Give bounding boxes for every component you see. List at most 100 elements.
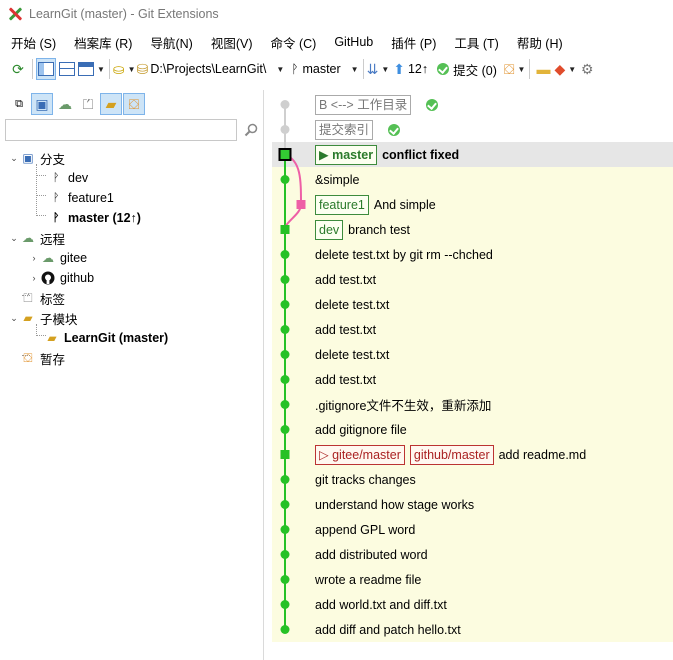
tree-submodules[interactable]: ⌄ ▰ 子模块	[0, 308, 263, 328]
menu-plugins[interactable]: 插件 (P)	[384, 30, 443, 55]
commit-content: add test.txt	[315, 317, 376, 342]
commit-row[interactable]: .gitignore文件不生效，重新添加	[272, 392, 673, 417]
tree-remotes[interactable]: ⌄ ☁ 远程	[0, 228, 263, 248]
search-input[interactable]	[5, 119, 237, 141]
head-commit-node	[278, 148, 292, 161]
tree-submodule-learngit[interactable]: ▰ LearnGit (master)	[0, 328, 263, 348]
show-branches-button[interactable]: ▣	[31, 93, 53, 115]
commit-row[interactable]: add test.txt	[272, 317, 673, 342]
menu-github[interactable]: GitHub	[327, 32, 380, 52]
commit-row[interactable]: &simple	[272, 167, 673, 192]
commit-row[interactable]: delete test.txt by git rm --chched	[272, 242, 673, 267]
tree-branches-label: 分支	[40, 152, 66, 167]
feature-branch-line	[284, 153, 303, 230]
tree-tags-label: 标签	[40, 292, 66, 307]
commit-row[interactable]: feature1 And simple	[272, 192, 673, 217]
commit-row[interactable]: understand how stage works	[272, 492, 673, 517]
commit-row[interactable]: git tracks changes	[272, 467, 673, 492]
search-button[interactable]	[240, 120, 262, 140]
layout-top-button[interactable]: ▼	[78, 58, 105, 80]
commit-node	[280, 500, 290, 509]
show-stashes-button[interactable]: ⛋	[123, 93, 145, 115]
virtual-ref-label[interactable]: B <--> 工作目录	[315, 94, 412, 115]
open-folder-button[interactable]: ▬	[533, 58, 553, 80]
chevron-right-icon[interactable]: ›	[28, 253, 40, 263]
tree-stash[interactable]: ⛋ 暂存	[0, 348, 263, 368]
branch-label[interactable]: dev	[315, 219, 344, 240]
virtual-commit-node	[280, 100, 290, 109]
menu-tools[interactable]: 工具 (T)	[447, 30, 505, 55]
tree-branch-feature1[interactable]: ᚹ feature1	[0, 188, 263, 208]
virtual-ref-label[interactable]: 提交索引	[315, 119, 374, 140]
stash-button[interactable]: ⛋ ▼	[504, 58, 526, 80]
chevron-down-icon[interactable]: ⌄	[8, 233, 20, 244]
commit-row[interactable]: ▶ master conflict fixed	[272, 142, 673, 167]
repository-switch-button[interactable]: ⛀ ▼	[113, 58, 136, 80]
virtual-commit-row[interactable]: B <--> 工作目录	[272, 92, 673, 117]
commit-row[interactable]: wrote a readme file	[272, 567, 673, 592]
menu-view[interactable]: 视图(V)	[204, 30, 260, 55]
show-tags-button[interactable]: ⏍	[77, 93, 99, 115]
commit-row[interactable]: add diff and patch hello.txt	[272, 617, 673, 642]
chevron-down-icon: ▼	[517, 64, 526, 74]
commit-content: .gitignore文件不生效，重新添加	[315, 392, 491, 417]
layout-left-panel-button[interactable]	[36, 58, 56, 80]
tag-icon: ⏍	[82, 96, 94, 112]
ref-commit-node	[280, 450, 290, 459]
tree-remote-label: gitee	[60, 251, 88, 265]
commit-node	[280, 375, 290, 384]
tree-branch-master[interactable]: ᚹ master (12↑)	[0, 208, 263, 228]
branch-icon: ᚹ	[52, 172, 60, 184]
menu-start[interactable]: 开始 (S)	[4, 30, 63, 55]
commit-row[interactable]: ▷ gitee/master github/master add readme.md	[272, 442, 673, 467]
collapse-all-button[interactable]: ⧉	[8, 93, 30, 115]
repo-tree: ⌄ ▣ 分支 ᚹ dev ᚹ feature1 ᚹ master (12↑) ⌄…	[0, 142, 263, 368]
commit-label: 提交 (0)	[453, 63, 497, 78]
tree-tags[interactable]: ⏍ 标签	[0, 288, 263, 308]
commit-row[interactable]: delete test.txt	[272, 342, 673, 367]
menu-repository[interactable]: 档案库 (R)	[67, 30, 139, 55]
pull-button[interactable]: ⇊ ▼	[367, 58, 390, 80]
remote-branch-label[interactable]: ▷ gitee/master	[315, 444, 405, 465]
left-panel: ⧉ ▣ ☁ ⏍ ▰ ⛋ ⌄ ▣ 分支 ᚹ dev ᚹ feature1 ᚹ ma…	[0, 90, 264, 660]
menu-navigate[interactable]: 导航(N)	[143, 30, 199, 55]
commit-message: conflict fixed	[382, 147, 460, 162]
menu-commands[interactable]: 命令 (C)	[264, 30, 324, 55]
commit-message: &simple	[315, 172, 360, 187]
commit-row[interactable]: add gitignore file	[272, 417, 673, 442]
virtual-commit-row[interactable]: 提交索引	[272, 117, 673, 142]
layout-split-button[interactable]	[57, 58, 77, 80]
push-button[interactable]: ⬆ 12↑	[393, 58, 428, 80]
commit-row[interactable]: delete test.txt	[272, 292, 673, 317]
settings-button[interactable]: ⚙	[577, 58, 597, 80]
commit-row[interactable]: add test.txt	[272, 267, 673, 292]
menu-help[interactable]: 帮助 (H)	[510, 30, 570, 55]
commit-row[interactable]: add world.txt and diff.txt	[272, 592, 673, 617]
show-submodules-button[interactable]: ▰	[100, 93, 122, 115]
refresh-button[interactable]: ⟳	[8, 58, 28, 80]
commit-button[interactable]: 提交 (0)	[437, 58, 497, 80]
commit-message: .gitignore文件不生效，重新添加	[315, 399, 492, 413]
chevron-down-icon[interactable]: ⌄	[8, 153, 20, 164]
branch-label[interactable]: ▶ master	[315, 144, 378, 165]
chevron-down-icon: ▼	[276, 64, 285, 74]
repo-path-selector[interactable]: ⛁ D:\Projects\LearnGit\ ▼	[137, 58, 285, 80]
commit-node	[280, 275, 290, 284]
commit-content: feature1 And simple	[315, 192, 436, 217]
tree-remote-github[interactable]: › github	[0, 268, 263, 288]
commit-row[interactable]: dev branch test	[272, 217, 673, 242]
branch-label[interactable]: feature1	[315, 194, 369, 215]
show-remotes-button[interactable]: ☁	[54, 93, 76, 115]
tree-remote-gitee[interactable]: › ☁ gitee	[0, 248, 263, 268]
commit-row[interactable]: append GPL word	[272, 517, 673, 542]
git-gui-button[interactable]: ◆ ▼	[554, 58, 576, 80]
branch-selector[interactable]: ᚹ master ▼	[291, 58, 358, 80]
remote-branch-label[interactable]: github/master	[409, 444, 494, 465]
chevron-right-icon[interactable]: ›	[28, 273, 40, 283]
tree-branch-dev[interactable]: ᚹ dev	[0, 168, 263, 188]
commit-node	[280, 575, 290, 584]
commit-row[interactable]: add distributed word	[272, 542, 673, 567]
commit-row[interactable]: add test.txt	[272, 367, 673, 392]
tree-branches[interactable]: ⌄ ▣ 分支	[0, 148, 263, 168]
chevron-down-icon[interactable]: ⌄	[8, 313, 20, 324]
